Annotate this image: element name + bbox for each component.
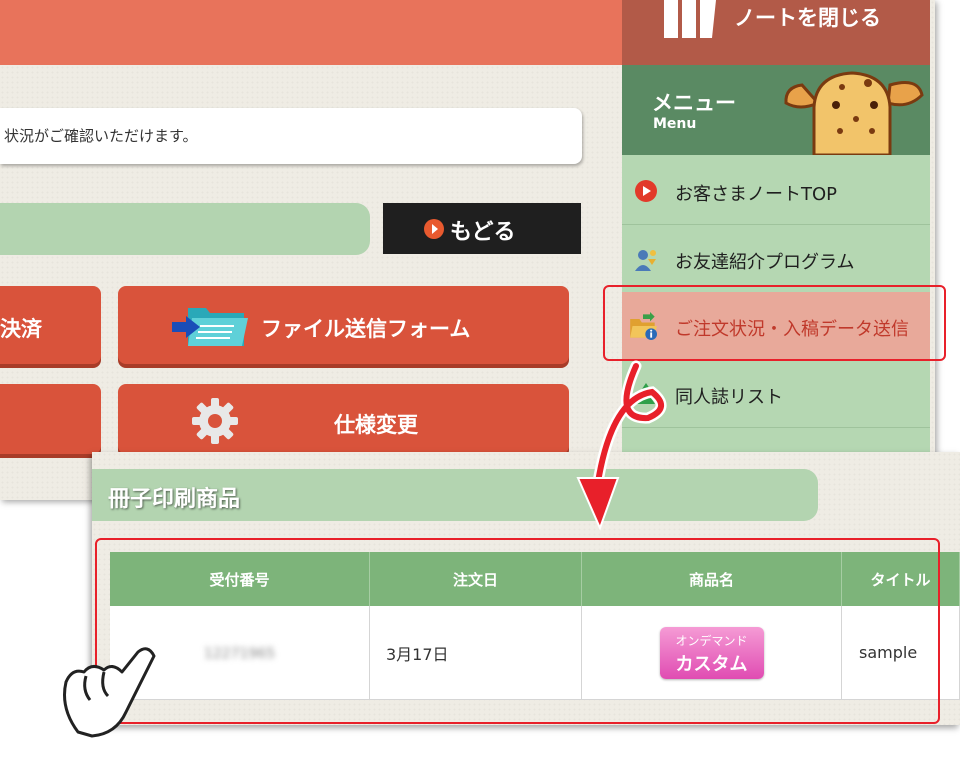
gear-icon [192,398,238,444]
menu-title: メニュー [652,91,736,115]
back-button-label: もどる [450,220,516,245]
header-bar [0,0,622,65]
section-title: 冊子印刷商品 [108,487,241,512]
table-highlight-frame [95,538,940,724]
menu-item-note-top[interactable]: お客さまノートTOP [622,157,930,225]
menu-item-label: 同人誌リスト [675,387,783,408]
friends-icon [635,250,656,271]
payment-button[interactable]: 決済 [0,286,101,364]
play-circle-icon [635,180,657,202]
back-panel: 状況がご確認いただけます。 もどる 決済 ファイル送信フォーム 仕様変更 ノート… [0,0,935,500]
file-form-button-label: ファイル送信フォーム [261,317,471,341]
close-note-button[interactable]: ノートを閉じる [622,0,930,65]
folder-arrow-icon [172,308,248,346]
status-bar [0,203,370,255]
close-note-label: ノートを閉じる [734,6,881,30]
spec-change-button-label: 仕様変更 [334,413,418,437]
menu-item-friend-program[interactable]: お友達紹介プログラム [622,225,930,293]
file-form-button[interactable]: ファイル送信フォーム [118,286,569,364]
spec-change-button[interactable]: 仕様変更 [118,384,569,454]
tree-icon [637,383,655,404]
menu-item-label: お客さまノートTOP [675,184,838,205]
back-button[interactable]: もどる [383,203,581,254]
sidebar: ノートを閉じる メニュー Menu お客さまノートTOP お友達紹介プログラム … [622,0,930,470]
section-title-bar: 冊子印刷商品 [92,469,818,521]
book-icon [664,0,716,38]
menu-item-label: お友達紹介プログラム [675,252,855,273]
notice-box: 状況がご確認いただけます。 [0,108,582,164]
play-circle-icon [424,219,444,239]
menu-subtitle: Menu [653,116,697,132]
menu-header: メニュー Menu [622,65,930,155]
left-menu-button[interactable] [0,384,101,454]
notice-text: 状況がご確認いただけます。 [4,127,198,145]
deer-mascot-icon [784,71,924,155]
payment-button-label: 決済 [0,317,42,341]
menu-item-doujin-list[interactable]: 同人誌リスト [622,360,930,428]
menu-highlight-frame [603,285,946,361]
